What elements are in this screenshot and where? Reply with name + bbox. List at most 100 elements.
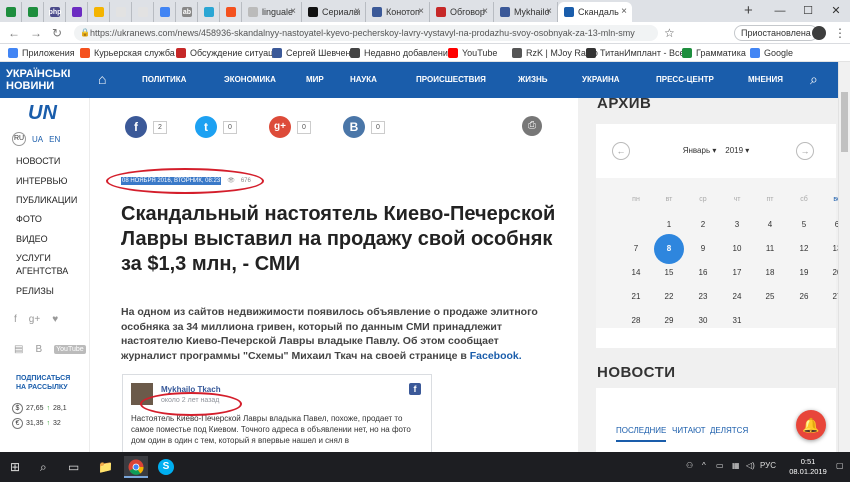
bookmark-item[interactable]: Google	[750, 46, 793, 60]
menu-kebab-icon[interactable]: ⋮	[834, 25, 846, 41]
share-google-plus[interactable]: g+ 0	[269, 116, 311, 138]
bookmark-item[interactable]: Обсуждение ситуац	[176, 46, 273, 60]
lang-ua[interactable]: UA	[32, 135, 43, 144]
bookmark-star-icon[interactable]: ☆	[664, 25, 675, 41]
calendar-day[interactable]: 28	[624, 316, 648, 325]
browser-tab[interactable]: Mykhailo ×	[494, 2, 558, 22]
battery-icon[interactable]: ▭	[716, 460, 724, 472]
calendar-day[interactable]: 22	[657, 292, 681, 301]
calendar-day[interactable]: 16	[691, 268, 715, 277]
calendar-day[interactable]: 5	[792, 220, 816, 229]
year-select[interactable]: 2019 ▾	[725, 146, 749, 155]
sync-paused-button[interactable]: Приостановлена	[734, 25, 818, 41]
site-logo[interactable]: УКРАЇНСЬКІ НОВИНИ	[0, 62, 90, 98]
left-nav-agency[interactable]: АГЕНТСТВА	[16, 266, 68, 276]
nav-press-center[interactable]: ПРЕСС-ЦЕНТР	[656, 75, 714, 84]
new-tab-button[interactable]: +	[744, 2, 753, 20]
print-icon[interactable]: ⎙	[522, 116, 542, 136]
calendar-day[interactable]: 9	[691, 244, 715, 253]
browser-tab[interactable]: linguale ×	[242, 2, 302, 22]
calendar-day[interactable]: 26	[792, 292, 816, 301]
taskbar-clock[interactable]: 0:51 08.01.2019	[786, 457, 830, 477]
bookmark-item[interactable]: Сергей Шевченко	[272, 46, 359, 60]
calendar-day[interactable]: 25	[758, 292, 782, 301]
browser-tab[interactable]: Конотоп ×	[366, 2, 430, 22]
left-nav-services[interactable]: УСЛУГИ	[16, 253, 51, 263]
nav-life[interactable]: ЖИЗНЬ	[518, 75, 548, 84]
calendar-day[interactable]: 24	[725, 292, 749, 301]
home-icon[interactable]: ⌂	[98, 71, 106, 87]
news-tab-sharing[interactable]: ДЕЛЯТСЯ	[710, 426, 748, 435]
google-plus-icon[interactable]: g+	[29, 314, 40, 325]
browser-tab[interactable]: Сериалы ×	[302, 2, 366, 22]
chrome-taskbar-app[interactable]	[124, 456, 148, 478]
month-select[interactable]: Январь ▾	[683, 146, 717, 155]
tab-close-icon[interactable]: ×	[290, 6, 296, 17]
calendar-day[interactable]: 7	[624, 244, 648, 253]
notification-bell-icon[interactable]: 🔔	[796, 410, 826, 440]
calendar-day[interactable]: 23	[691, 292, 715, 301]
bookmark-item[interactable]: RzK | MJoy Radio	[512, 46, 598, 60]
share-vk[interactable]: B 0	[343, 116, 385, 138]
browser-tab[interactable]	[22, 2, 44, 22]
share-twitter[interactable]: t 0	[195, 116, 237, 138]
nav-economy[interactable]: ЭКОНОМИКА	[224, 75, 276, 84]
calendar-day[interactable]: 11	[758, 244, 782, 253]
forward-arrow-icon[interactable]: →	[30, 25, 42, 41]
tray-chevron-icon[interactable]: ^	[702, 460, 706, 472]
calendar-day[interactable]: 29	[657, 316, 681, 325]
facebook-share-icon[interactable]: f	[125, 116, 147, 138]
left-nav-video[interactable]: ВИДЕО	[16, 234, 48, 244]
vk-share-icon[interactable]: B	[343, 116, 365, 138]
nav-world[interactable]: МИР	[306, 75, 324, 84]
browser-tab[interactable]: ab	[176, 2, 198, 22]
bookmark-item[interactable]: Приложения	[8, 46, 75, 60]
lang-ru[interactable]: RU	[12, 132, 26, 146]
language-indicator[interactable]: РУС	[760, 460, 776, 472]
bookmark-item[interactable]: YouTube	[448, 46, 497, 60]
file-explorer-icon[interactable]: 📁	[98, 459, 113, 475]
browser-tab[interactable]	[132, 2, 154, 22]
left-nav-news[interactable]: НОВОСТИ	[16, 156, 60, 166]
twitter-share-icon[interactable]: t	[195, 116, 217, 138]
nav-incidents[interactable]: ПРОИСШЕСТВИЯ	[416, 75, 486, 84]
calendar-day[interactable]: 10	[725, 244, 749, 253]
bookmark-item[interactable]: Грамматика	[682, 46, 746, 60]
nav-science[interactable]: НАУКА	[350, 75, 377, 84]
calendar-day[interactable]: 14	[624, 268, 648, 277]
browser-tab[interactable]	[88, 2, 110, 22]
calendar-day[interactable]: 30	[691, 316, 715, 325]
page-scrollbar[interactable]	[838, 62, 850, 452]
lang-en[interactable]: EN	[49, 135, 60, 144]
close-window-button[interactable]: ✕	[822, 0, 850, 22]
calendar-day[interactable]: 15	[657, 268, 681, 277]
tab-close-icon[interactable]: ×	[418, 6, 424, 17]
share-facebook[interactable]: f 2	[125, 116, 167, 138]
calendar-day[interactable]: 8	[657, 244, 681, 253]
browser-tab[interactable]	[220, 2, 242, 22]
search-icon[interactable]: ⌕	[40, 459, 47, 475]
profile-avatar[interactable]	[812, 26, 826, 40]
news-tab-latest[interactable]: ПОСЛЕДНИЕ	[616, 426, 666, 435]
calendar-day[interactable]: 2	[691, 220, 715, 229]
site-mark-logo[interactable]: UN	[28, 102, 57, 125]
calendar-day[interactable]: 4	[758, 220, 782, 229]
calendar-day[interactable]: 1	[657, 220, 681, 229]
browser-tab[interactable]: php	[44, 2, 66, 22]
subscribe-link[interactable]: ПОДПИСАТЬСЯ НА РАССЫЛКУ	[16, 374, 70, 392]
left-nav-publications[interactable]: ПУБЛИКАЦИИ	[16, 195, 77, 205]
back-arrow-icon[interactable]: ←	[8, 25, 20, 41]
nav-opinions[interactable]: МНЕНИЯ	[748, 75, 783, 84]
vk-icon[interactable]: B	[35, 344, 42, 355]
calendar-day[interactable]: 21	[624, 292, 648, 301]
calendar-day[interactable]: 31	[725, 316, 749, 325]
youtube-icon[interactable]: YouTube	[54, 345, 86, 354]
maximize-button[interactable]: ☐	[794, 0, 822, 22]
facebook-link[interactable]: Facebook.	[470, 350, 522, 362]
scrollbar-thumb[interactable]	[841, 92, 848, 152]
calendar-day[interactable]: 12	[792, 244, 816, 253]
browser-tab[interactable]	[0, 2, 22, 22]
tab-close-icon[interactable]: ×	[546, 6, 552, 17]
calendar-day[interactable]: 18	[758, 268, 782, 277]
volume-icon[interactable]: ◁)	[746, 460, 755, 472]
